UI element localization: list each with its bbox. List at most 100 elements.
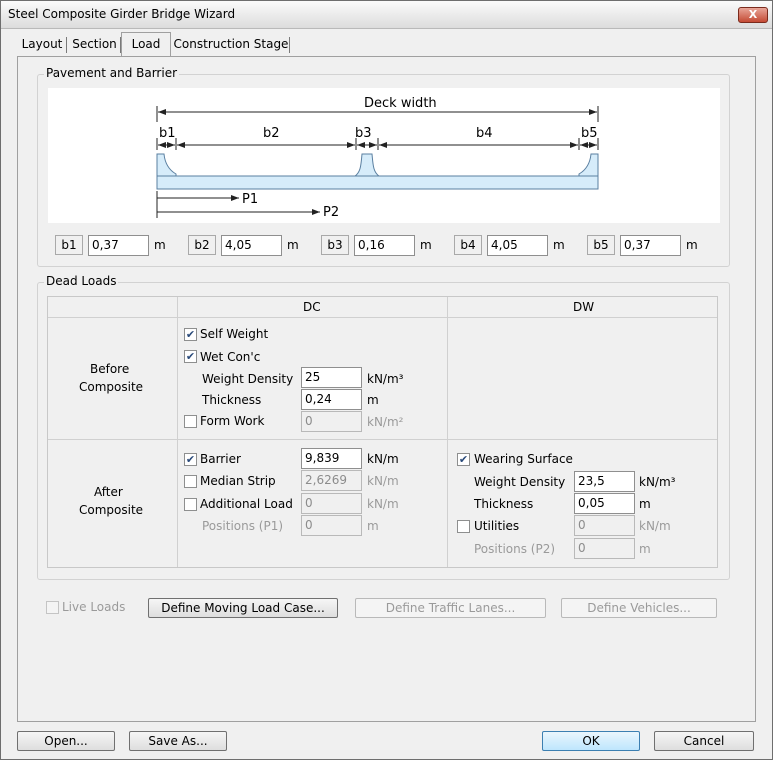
b2-label: b2 — [188, 235, 216, 255]
wet-thickness-unit: m — [367, 393, 379, 407]
col-header-dc: DC — [303, 300, 321, 314]
wet-thickness-input[interactable]: 0,24 — [301, 389, 362, 410]
wearing-surface-checkbox[interactable]: ✔ — [457, 453, 470, 466]
deck-slab — [156, 175, 599, 190]
row-after-label-1: After — [94, 485, 123, 499]
utilities-checkbox[interactable] — [457, 520, 470, 533]
form-work-label: Form Work — [200, 414, 265, 428]
barrier-checkbox[interactable]: ✔ — [184, 453, 197, 466]
wet-weight-density-unit: kN/m³ — [367, 372, 404, 386]
check-icon: ✔ — [458, 453, 469, 466]
median-barrier — [353, 153, 381, 177]
wizard-window: Steel Composite Girder Bridge Wizard X L… — [0, 0, 773, 760]
cancel-button[interactable]: Cancel — [654, 731, 754, 751]
barrier-label: Barrier — [200, 452, 241, 466]
tab-section[interactable]: Section — [68, 34, 121, 56]
b4-unit: m — [553, 238, 565, 252]
close-icon: X — [748, 8, 758, 21]
ws-density-unit: kN/m³ — [639, 475, 676, 489]
window-title: Steel Composite Girder Bridge Wizard — [8, 7, 236, 21]
barrier-right — [578, 153, 599, 177]
utilities-input[interactable]: 0 — [574, 515, 635, 536]
live-loads-checkbox[interactable] — [46, 601, 59, 614]
form-work-input[interactable]: 0 — [301, 411, 362, 432]
deck-diagram: Deck width b1 b2 b3 b4 b5 P1 P2 — [48, 88, 720, 223]
form-work-checkbox[interactable] — [184, 415, 197, 428]
row-before-label-1: Before — [90, 362, 130, 376]
check-icon: ✔ — [185, 328, 196, 341]
median-strip-checkbox[interactable] — [184, 475, 197, 488]
b2-unit: m — [287, 238, 299, 252]
deck-cross-section-svg: Deck width b1 b2 b3 b4 b5 P1 P2 — [156, 96, 599, 220]
dim-b4: b4 — [476, 126, 493, 141]
deck-width-label: Deck width — [364, 96, 437, 111]
dim-b5: b5 — [581, 126, 598, 141]
save-as-button[interactable]: Save As... — [129, 731, 227, 751]
ws-density-label: Weight Density — [474, 475, 566, 489]
utilities-label: Utilities — [474, 519, 520, 533]
additional-load-input[interactable]: 0 — [301, 493, 362, 514]
positions-p2-unit: m — [639, 542, 651, 556]
barrier-left — [156, 153, 177, 177]
utilities-unit: kN/m — [639, 519, 671, 533]
dead-loads-title: Dead Loads — [44, 274, 119, 288]
title-bar: Steel Composite Girder Bridge Wizard X — [1, 1, 772, 29]
b3-unit: m — [420, 238, 432, 252]
additional-load-checkbox[interactable] — [184, 498, 197, 511]
ok-button[interactable]: OK — [542, 731, 640, 751]
tab-load[interactable]: Load — [121, 32, 171, 56]
close-button[interactable]: X — [738, 7, 768, 23]
wet-conc-label: Wet Con'c — [200, 350, 261, 364]
barrier-input[interactable]: 9,839 — [301, 448, 362, 469]
positions-p2-input[interactable]: 0 — [574, 538, 635, 559]
check-icon: ✔ — [185, 453, 196, 466]
positions-p1-unit: m — [367, 519, 379, 533]
median-strip-input[interactable]: 2,6269 — [301, 470, 362, 491]
wet-thickness-label: Thickness — [202, 393, 262, 407]
ws-thickness-label: Thickness — [474, 497, 534, 511]
b1-unit: m — [154, 238, 166, 252]
b1-label: b1 — [55, 235, 83, 255]
wet-weight-density-input[interactable]: 25 — [301, 367, 362, 388]
self-weight-label: Self Weight — [200, 327, 269, 341]
wet-weight-density-label: Weight Density — [202, 372, 294, 386]
live-loads-label: Live Loads — [62, 600, 126, 614]
col-header-dw: DW — [573, 300, 595, 314]
b3-label: b3 — [321, 235, 349, 255]
additional-load-label: Additional Load — [200, 497, 293, 511]
median-strip-label: Median Strip — [200, 474, 276, 488]
dim-b3: b3 — [355, 126, 372, 141]
ws-thickness-input[interactable]: 0,05 — [574, 493, 635, 514]
dim-b2: b2 — [263, 126, 280, 141]
tab-layout[interactable]: Layout — [17, 34, 67, 56]
define-moving-load-case-button[interactable]: Define Moving Load Case... — [148, 598, 338, 618]
positions-p2-label: Positions (P2) — [474, 542, 556, 556]
positions-p1-label: Positions (P1) — [202, 519, 284, 533]
self-weight-checkbox[interactable]: ✔ — [184, 328, 197, 341]
barrier-unit: kN/m — [367, 452, 399, 466]
define-vehicles-button[interactable]: Define Vehicles... — [561, 598, 717, 618]
open-button[interactable]: Open... — [17, 731, 115, 751]
b4-input[interactable]: 4,05 — [487, 235, 548, 256]
p1-label: P1 — [242, 192, 258, 207]
b5-input[interactable]: 0,37 — [620, 235, 681, 256]
b5-unit: m — [686, 238, 698, 252]
check-icon: ✔ — [185, 350, 196, 363]
b1-input[interactable]: 0,37 — [88, 235, 149, 256]
ws-density-input[interactable]: 23,5 — [574, 471, 635, 492]
define-traffic-lanes-button[interactable]: Define Traffic Lanes... — [355, 598, 546, 618]
positions-p1-input[interactable]: 0 — [301, 515, 362, 536]
b3-input[interactable]: 0,16 — [354, 235, 415, 256]
tab-construction-stage[interactable]: Construction Stage — [172, 34, 290, 56]
wet-conc-checkbox[interactable]: ✔ — [184, 350, 197, 363]
b4-label: b4 — [454, 235, 482, 255]
b5-label: b5 — [587, 235, 615, 255]
b2-input[interactable]: 4,05 — [221, 235, 282, 256]
wearing-surface-label: Wearing Surface — [474, 452, 573, 466]
additional-load-unit: kN/m — [367, 497, 399, 511]
form-work-unit: kN/m² — [367, 415, 404, 429]
row-before-label-2: Composite — [79, 380, 144, 394]
dim-b1: b1 — [159, 126, 176, 141]
pavement-barrier-title: Pavement and Barrier — [44, 66, 180, 80]
median-strip-unit: kN/m — [367, 474, 399, 488]
